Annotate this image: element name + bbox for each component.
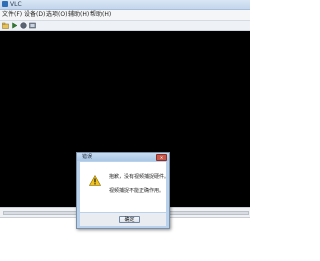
record-icon[interactable]	[20, 22, 27, 29]
menu-item-help[interactable]: 帮助(H)	[90, 10, 111, 20]
dialog-title-bar: 错误 ✕	[77, 153, 169, 161]
error-dialog: 错误 ✕ 抱歉，没有视频捕捉硬件。 视频捕捉不能正确作用。 确定	[76, 152, 170, 229]
dialog-body: 抱歉，没有视频捕捉硬件。 视频捕捉不能正确作用。	[80, 162, 170, 212]
app-window: VLC 文件(F) 设备(D) 选项(O) 辅助(H) 帮助(H) 错误 ✕ 抱…	[0, 0, 250, 261]
menu-bar: 文件(F) 设备(D) 选项(O) 辅助(H) 帮助(H)	[0, 10, 250, 21]
dialog-close-button[interactable]: ✕	[156, 154, 167, 161]
menu-item-file[interactable]: 文件(F)	[2, 10, 22, 20]
open-icon[interactable]	[2, 22, 9, 29]
title-bar: VLC	[0, 0, 250, 10]
play-icon[interactable]	[11, 22, 18, 29]
dialog-message-line-2: 视频捕捉不能正确作用。	[109, 188, 165, 194]
warning-icon	[89, 175, 101, 186]
app-icon	[2, 1, 8, 7]
dialog-title: 错误	[82, 154, 93, 160]
menu-item-assist[interactable]: 辅助(H)	[68, 10, 89, 20]
window-title: VLC	[10, 1, 22, 8]
settings-icon[interactable]	[29, 22, 36, 29]
menu-item-options[interactable]: 选项(O)	[46, 10, 67, 20]
menu-item-device[interactable]: 设备(D)	[24, 10, 45, 20]
ok-button[interactable]: 确定	[119, 216, 140, 223]
dialog-message-line-1: 抱歉，没有视频捕捉硬件。	[109, 174, 170, 180]
toolbar	[0, 21, 250, 31]
dialog-footer: 确定	[80, 213, 166, 226]
